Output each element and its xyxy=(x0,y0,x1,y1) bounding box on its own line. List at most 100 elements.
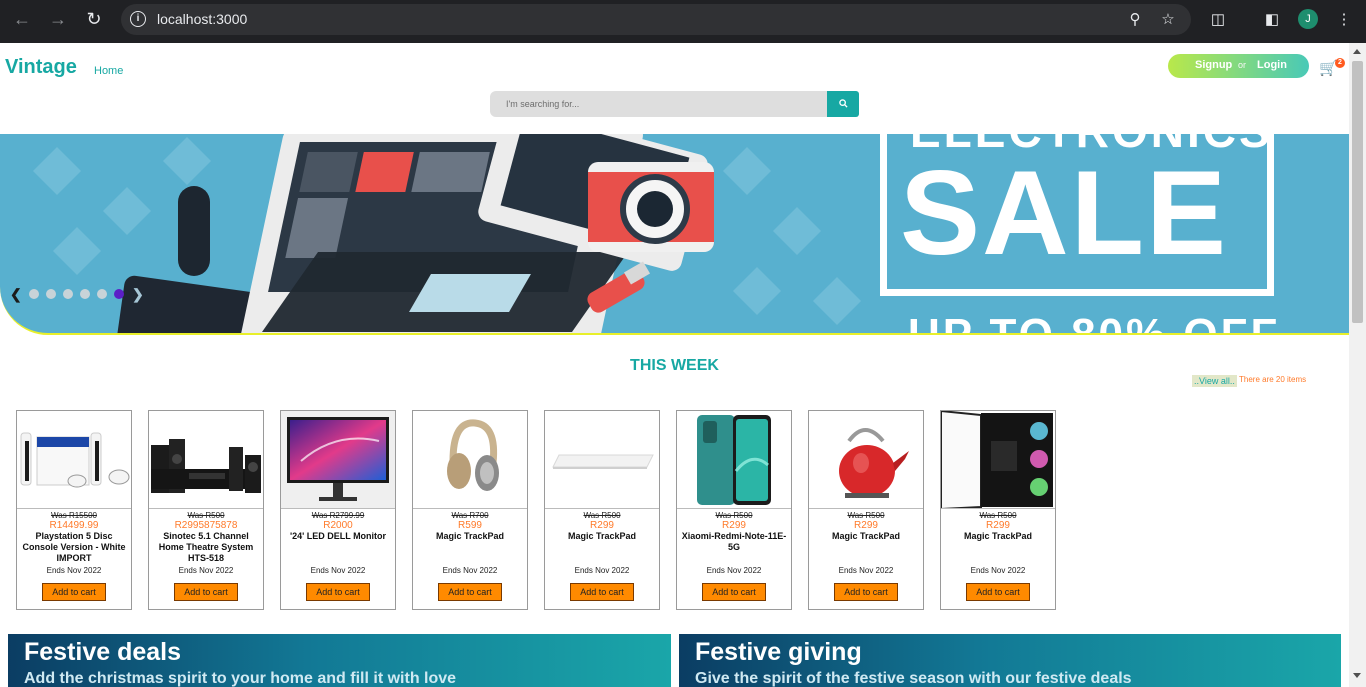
product-was-price: Was R500 xyxy=(847,511,885,520)
carousel-dot[interactable] xyxy=(29,289,39,299)
nav-home-link[interactable]: Home xyxy=(94,65,123,77)
side-panel-icon[interactable]: ◧ xyxy=(1262,10,1282,28)
hero-banner[interactable]: ELECTRONICS SALE UP TO 80% OFF ❮ ❯ xyxy=(0,134,1349,335)
pc-case-image xyxy=(941,411,1053,508)
cart-count-badge: 2 xyxy=(1335,58,1345,68)
search-icon xyxy=(838,98,848,108)
product-image[interactable] xyxy=(941,411,1055,509)
product-card[interactable]: Was R2799.99 R2000 '24' LED DELL Monitor… xyxy=(280,410,396,610)
product-price: R2000 xyxy=(323,520,353,531)
product-was-price: Was R2799.99 xyxy=(311,511,365,520)
browser-toolbar: ← → ↻ i localhost:3000 ⚲ ☆ ◫ ◧ J ⋮ xyxy=(0,0,1366,43)
product-name[interactable]: Sinotec 5.1 Channel Home Theatre System … xyxy=(151,531,261,564)
login-link[interactable]: Login xyxy=(1257,59,1287,71)
add-to-cart-button[interactable]: Add to cart xyxy=(42,583,106,601)
search-input[interactable] xyxy=(490,91,827,117)
page-scrollbar[interactable] xyxy=(1349,43,1366,687)
product-price: R299 xyxy=(854,520,878,531)
product-card[interactable]: Was R500 R299 Magic TrackPad Ends Nov 20… xyxy=(544,410,660,610)
carousel-prev-icon[interactable]: ❮ xyxy=(10,286,22,303)
scroll-thumb[interactable] xyxy=(1352,61,1363,323)
product-image[interactable] xyxy=(545,411,659,509)
carousel-dot[interactable] xyxy=(63,289,73,299)
address-bar[interactable]: i localhost:3000 ⚲ ☆ xyxy=(121,4,1191,35)
product-ends: Ends Nov 2022 xyxy=(970,566,1026,575)
product-was-price: Was R500 xyxy=(583,511,621,520)
product-ends: Ends Nov 2022 xyxy=(310,566,366,575)
product-card[interactable]: Was R500 R299 Magic TrackPad Ends Nov 20… xyxy=(940,410,1056,610)
headphones-image xyxy=(447,419,499,491)
kettle-image xyxy=(839,428,909,498)
product-image[interactable] xyxy=(677,411,791,509)
page: Vintage Home Signup or Login 🛒 2 I'm sea… xyxy=(0,43,1349,687)
console-image xyxy=(20,432,130,488)
product-price: R599 xyxy=(458,520,482,531)
product-name[interactable]: Playstation 5 Disc Console Version - Whi… xyxy=(19,531,129,564)
product-image[interactable] xyxy=(413,411,527,509)
product-price: R299 xyxy=(590,520,614,531)
carousel-dot[interactable] xyxy=(46,289,56,299)
carousel-dot[interactable] xyxy=(97,289,107,299)
scroll-up-icon[interactable] xyxy=(1353,49,1361,54)
product-name[interactable]: Magic TrackPad xyxy=(943,531,1053,542)
product-name[interactable]: Magic TrackPad xyxy=(811,531,921,542)
carousel-next-icon[interactable]: ❯ xyxy=(132,286,144,303)
scroll-down-icon[interactable] xyxy=(1353,673,1361,678)
product-card[interactable]: Was R15500 R14499.99 Playstation 5 Disc … xyxy=(16,410,132,610)
carousel-dot[interactable] xyxy=(80,289,90,299)
product-ends: Ends Nov 2022 xyxy=(838,566,894,575)
product-was-price: Was R700 xyxy=(451,511,489,520)
promo-subtitle: Add the christmas spirit to your home an… xyxy=(24,670,457,687)
product-name[interactable]: Xiaomi-Redmi-Note-11E-5G xyxy=(679,531,789,553)
monitor-image xyxy=(287,417,389,501)
product-name[interactable]: '24' LED DELL Monitor xyxy=(283,531,393,542)
add-to-cart-button[interactable]: Add to cart xyxy=(570,583,634,601)
product-price: R14499.99 xyxy=(49,520,99,531)
product-price: R2995875878 xyxy=(174,520,238,531)
product-name[interactable]: Magic TrackPad xyxy=(547,531,657,542)
profile-avatar[interactable]: J xyxy=(1298,9,1318,29)
forward-icon[interactable]: → xyxy=(45,8,71,30)
bookmark-star-icon[interactable]: ☆ xyxy=(1158,10,1178,28)
product-card[interactable]: Was R700 R599 Magic TrackPad Ends Nov 20… xyxy=(412,410,528,610)
product-ends: Ends Nov 2022 xyxy=(442,566,498,575)
add-to-cart-button[interactable]: Add to cart xyxy=(438,583,502,601)
product-image[interactable] xyxy=(149,411,263,509)
promo-title: Festive giving xyxy=(695,638,862,666)
product-card[interactable]: Was R500 R299 Magic TrackPad Ends Nov 20… xyxy=(808,410,924,610)
product-image[interactable] xyxy=(809,411,923,509)
banner-speaker-graphic xyxy=(178,186,210,276)
product-card[interactable]: Was R500 R2995875878 Sinotec 5.1 Channel… xyxy=(148,410,264,610)
promo-festive-giving[interactable]: Festive giving Give the spirit of the fe… xyxy=(679,634,1341,687)
product-ends: Ends Nov 2022 xyxy=(706,566,762,575)
menu-kebab-icon[interactable]: ⋮ xyxy=(1334,10,1354,28)
carousel-dot-active[interactable] xyxy=(114,289,124,299)
zoom-icon[interactable]: ⚲ xyxy=(1125,10,1145,28)
phone-image xyxy=(697,415,771,505)
promo-festive-deals[interactable]: Festive deals Add the christmas spirit t… xyxy=(8,634,671,687)
view-all-link[interactable]: ..View all.. xyxy=(1192,375,1237,387)
signup-link[interactable]: Signup xyxy=(1195,59,1232,71)
product-image[interactable] xyxy=(281,411,395,509)
product-name[interactable]: Magic TrackPad xyxy=(415,531,525,542)
add-to-cart-button[interactable]: Add to cart xyxy=(174,583,238,601)
back-icon[interactable]: ← xyxy=(9,8,35,30)
sale-headline: SALE xyxy=(900,146,1229,280)
product-price: R299 xyxy=(986,520,1010,531)
add-to-cart-button[interactable]: Add to cart xyxy=(702,583,766,601)
product-image[interactable] xyxy=(17,411,131,509)
section-title: THIS WEEK xyxy=(630,357,719,374)
reload-icon[interactable]: ↻ xyxy=(81,8,107,30)
add-to-cart-button[interactable]: Add to cart xyxy=(834,583,898,601)
search-button[interactable] xyxy=(827,91,859,117)
extensions-icon[interactable]: ◫ xyxy=(1208,10,1228,28)
product-card[interactable]: Was R500 R299 Xiaomi-Redmi-Note-11E-5G E… xyxy=(676,410,792,610)
speakers-image xyxy=(151,439,261,493)
product-was-price: Was R15500 xyxy=(51,511,97,520)
address-url[interactable]: localhost:3000 xyxy=(157,11,247,27)
site-info-icon[interactable]: i xyxy=(130,11,146,27)
add-to-cart-button[interactable]: Add to cart xyxy=(306,583,370,601)
add-to-cart-button[interactable]: Add to cart xyxy=(966,583,1030,601)
site-logo[interactable]: Vintage xyxy=(5,56,77,79)
product-price: R299 xyxy=(722,520,746,531)
